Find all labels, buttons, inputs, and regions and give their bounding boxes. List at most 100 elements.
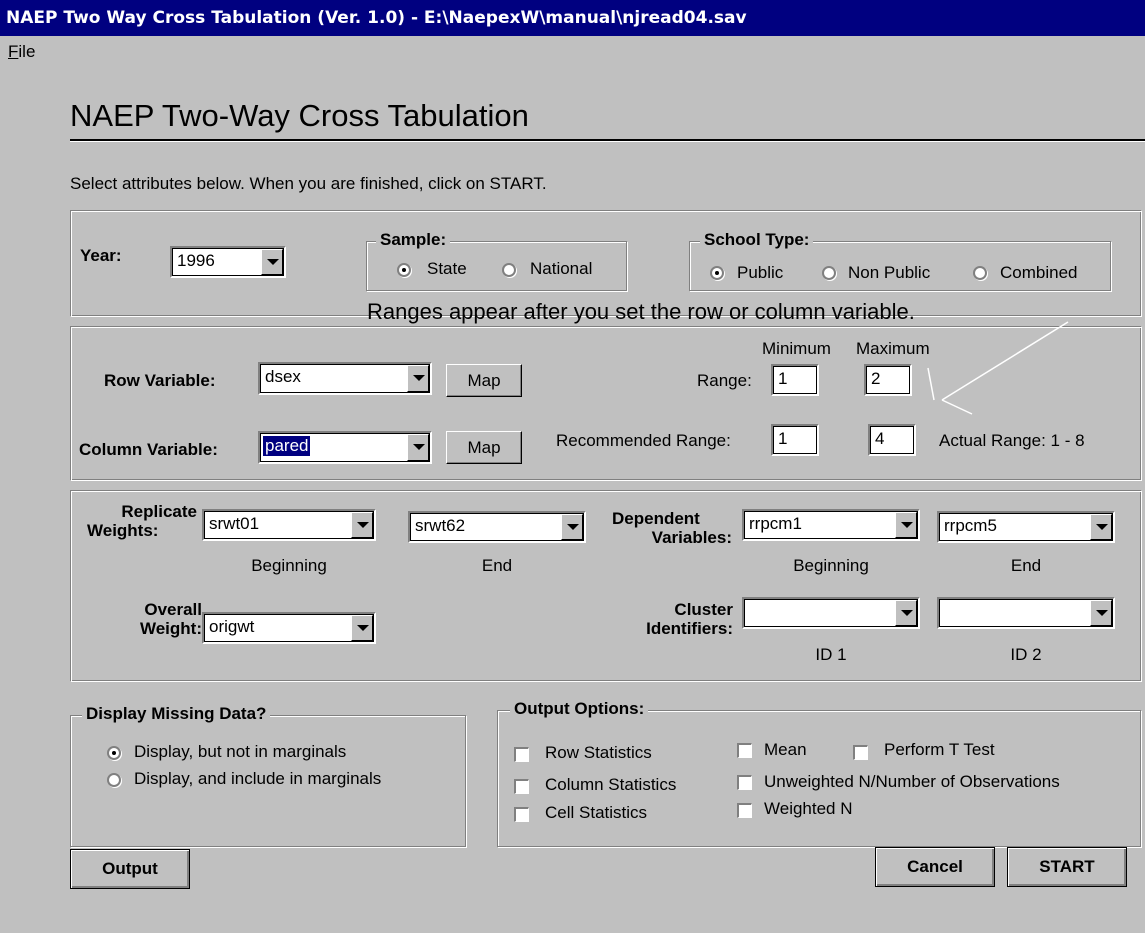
- row-statistics-label: Row Statistics: [545, 743, 652, 762]
- dependent-begin-value: rrpcm1: [749, 514, 802, 533]
- school-nonpublic-radio[interactable]: [822, 266, 836, 280]
- missing-data-legend: Display Missing Data?: [82, 704, 271, 724]
- mean-label: Mean: [764, 740, 807, 759]
- year-value: 1996: [177, 251, 215, 270]
- column-map-button[interactable]: Map: [446, 431, 522, 464]
- overall-weight-dropdown[interactable]: origwt: [202, 612, 376, 644]
- output-options-legend: Output Options:: [510, 699, 649, 719]
- column-variable-dropdown[interactable]: pared: [258, 431, 432, 464]
- row-statistics-checkbox[interactable]: [514, 747, 529, 762]
- maximum-header: Maximum: [856, 339, 930, 358]
- cluster-id1-caption: ID 1: [815, 645, 847, 664]
- replicate-end-arrow-icon[interactable]: [561, 514, 583, 540]
- recommended-min-input[interactable]: 1: [771, 424, 819, 456]
- replicate-weights-label-line1: Replicate: [121, 502, 197, 521]
- dependent-variables-label: Dependent Variables:: [612, 509, 732, 547]
- row-variable-label: Row Variable:: [104, 371, 216, 390]
- menu-file-mnemonic: F: [8, 42, 19, 61]
- sample-state-label: State: [427, 259, 467, 278]
- recommended-range-label: Recommended Range:: [556, 431, 731, 450]
- minimum-header: Minimum: [762, 339, 831, 358]
- year-dropdown[interactable]: 1996: [170, 246, 286, 278]
- replicate-begin-value: srwt01: [209, 514, 260, 533]
- range-label: Range:: [697, 371, 752, 390]
- school-public-label: Public: [737, 263, 784, 282]
- replicate-begin-dropdown[interactable]: srwt01: [202, 509, 376, 541]
- menu-bar: File: [0, 42, 35, 68]
- cluster-id2-caption: ID 2: [1010, 645, 1042, 664]
- dependent-begin-arrow-icon[interactable]: [895, 512, 917, 538]
- column-statistics-label: Column Statistics: [545, 775, 677, 794]
- missing-display-not-marginals-label: Display, but not in marginals: [134, 742, 347, 761]
- t-test-label: Perform T Test: [884, 740, 995, 759]
- replicate-beginning-caption: Beginning: [251, 556, 327, 575]
- cluster-identifiers-label: Cluster Identifiers:: [633, 600, 733, 638]
- row-variable-dropdown[interactable]: dsex: [258, 362, 432, 395]
- cluster-id2-arrow-icon[interactable]: [1090, 600, 1112, 626]
- replicate-weights-label: Replicate Weights:: [87, 502, 197, 540]
- dependent-begin-dropdown[interactable]: rrpcm1: [742, 509, 920, 541]
- year-label: Year:: [80, 246, 122, 265]
- weighted-n-label: Weighted N: [764, 799, 853, 818]
- row-variable-arrow-icon[interactable]: [407, 365, 429, 392]
- year-dropdown-arrow-icon[interactable]: [261, 249, 283, 275]
- sample-legend: Sample:: [376, 230, 451, 250]
- school-combined-radio[interactable]: [973, 266, 987, 280]
- t-test-checkbox[interactable]: [853, 745, 868, 760]
- school-public-radio[interactable]: [710, 266, 724, 280]
- cancel-button[interactable]: Cancel: [875, 847, 995, 887]
- menu-file-label: ile: [18, 42, 36, 61]
- replicate-end-caption: End: [481, 556, 513, 575]
- dependent-variables-label-line1: Dependent: [612, 509, 700, 528]
- range-max-input[interactable]: 2: [864, 364, 912, 396]
- dependent-beginning-caption: Beginning: [793, 556, 869, 575]
- school-type-legend: School Type:: [700, 230, 814, 250]
- missing-display-include-marginals-label: Display, and include in marginals: [134, 769, 382, 788]
- overall-weight-label-line1: Overall: [144, 600, 202, 619]
- ranges-note: Ranges appear after you set the row or c…: [367, 299, 915, 324]
- cluster-id1-arrow-icon[interactable]: [895, 600, 917, 626]
- school-combined-label: Combined: [1000, 263, 1078, 282]
- start-button[interactable]: START: [1007, 847, 1127, 887]
- replicate-end-dropdown[interactable]: srwt62: [408, 511, 586, 543]
- dependent-end-arrow-icon[interactable]: [1090, 514, 1112, 540]
- range-min-input[interactable]: 1: [771, 364, 819, 396]
- unweighted-n-label: Unweighted N/Number of Observations: [764, 772, 1060, 791]
- column-variable-arrow-icon[interactable]: [407, 434, 429, 461]
- recommended-max-input[interactable]: 4: [868, 424, 916, 456]
- missing-display-include-marginals-radio[interactable]: [107, 773, 121, 787]
- sample-state-radio[interactable]: [397, 263, 411, 277]
- actual-range-text: Actual Range: 1 - 8: [939, 431, 1085, 450]
- overall-weight-value: origwt: [209, 617, 255, 636]
- overall-weight-label: Overall Weight:: [122, 600, 202, 638]
- column-variable-label: Column Variable:: [79, 440, 218, 459]
- cluster-id1-dropdown[interactable]: [742, 597, 920, 629]
- cell-statistics-label: Cell Statistics: [545, 803, 648, 822]
- school-nonpublic-label: Non Public: [848, 263, 931, 282]
- row-map-button[interactable]: Map: [446, 364, 522, 397]
- column-statistics-checkbox[interactable]: [514, 779, 529, 794]
- mean-checkbox[interactable]: [737, 743, 752, 758]
- window-title: NAEP Two Way Cross Tabulation (Ver. 1.0)…: [0, 0, 1145, 36]
- title-divider-highlight: [70, 141, 1145, 142]
- dependent-end-caption: End: [1010, 556, 1042, 575]
- cluster-identifiers-label-line1: Cluster: [674, 600, 733, 619]
- unweighted-n-checkbox[interactable]: [737, 775, 752, 790]
- sample-national-radio[interactable]: [502, 263, 516, 277]
- dependent-end-dropdown[interactable]: rrpcm5: [937, 511, 1115, 543]
- replicate-begin-arrow-icon[interactable]: [351, 512, 373, 538]
- overall-weight-label-line2: Weight:: [139, 619, 202, 638]
- menu-file[interactable]: File: [0, 42, 35, 61]
- overall-weight-arrow-icon[interactable]: [351, 615, 373, 641]
- weighted-n-checkbox[interactable]: [737, 803, 752, 818]
- row-variable-value: dsex: [265, 367, 301, 386]
- output-button[interactable]: Output: [70, 849, 190, 889]
- cluster-id2-dropdown[interactable]: [937, 597, 1115, 629]
- missing-display-not-marginals-radio[interactable]: [107, 746, 121, 760]
- replicate-weights-label-line2: Weights:: [87, 521, 159, 540]
- cell-statistics-checkbox[interactable]: [514, 807, 529, 822]
- column-variable-value: pared: [261, 435, 312, 457]
- dependent-variables-label-line2: Variables:: [651, 528, 732, 547]
- instructions: Select attributes below. When you are fi…: [70, 174, 547, 193]
- dependent-end-value: rrpcm5: [944, 516, 997, 535]
